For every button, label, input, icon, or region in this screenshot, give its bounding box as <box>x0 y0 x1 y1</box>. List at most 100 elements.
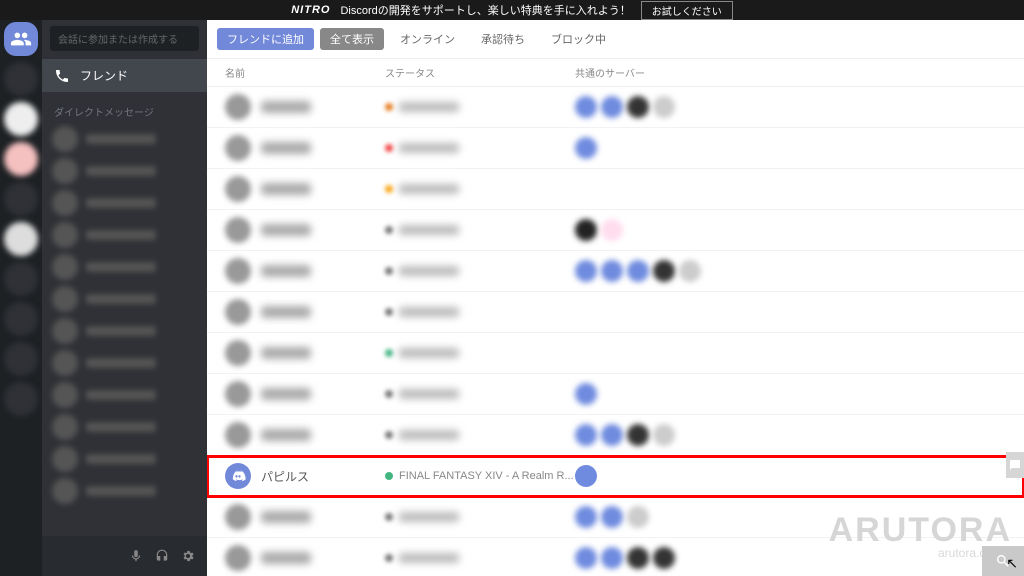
mutual-server[interactable] <box>653 96 675 118</box>
avatar <box>225 463 251 489</box>
search-button[interactable] <box>982 546 1024 576</box>
dm-item[interactable] <box>42 251 207 283</box>
mutual-server[interactable] <box>601 424 623 446</box>
status-dot <box>385 103 393 111</box>
home-button[interactable] <box>4 22 38 56</box>
content-area: フレンドに追加 全て表示 オンライン 承認待ち ブロック中 名前 ステータス 共… <box>207 20 1024 576</box>
gear-icon[interactable] <box>181 549 195 563</box>
status-dot <box>385 185 393 193</box>
status-text <box>399 389 459 399</box>
guild-item[interactable] <box>4 142 38 176</box>
friend-row[interactable] <box>207 333 1024 374</box>
phone-icon <box>54 68 70 84</box>
nitro-try-button[interactable]: お試しください <box>641 1 733 20</box>
mutual-server[interactable] <box>575 96 597 118</box>
guild-item[interactable] <box>4 62 38 96</box>
friends-label: フレンド <box>80 67 128 84</box>
friend-name <box>261 142 311 154</box>
friend-name <box>261 347 311 359</box>
mutual-server[interactable] <box>627 506 649 528</box>
headphones-icon[interactable] <box>155 549 169 563</box>
friend-tabs: フレンドに追加 全て表示 オンライン 承認待ち ブロック中 <box>207 20 1024 59</box>
conversation-search[interactable]: 会話に参加または作成する <box>50 26 199 51</box>
tab-all[interactable]: 全て表示 <box>320 28 384 50</box>
status-dot <box>385 472 393 480</box>
dm-item[interactable] <box>42 123 207 155</box>
dm-item[interactable] <box>42 155 207 187</box>
nitro-message: Discordの開発をサポートし、楽しい特典を手に入れよう！ <box>340 2 630 18</box>
status-text <box>399 184 459 194</box>
friend-row[interactable] <box>207 292 1024 333</box>
friend-row[interactable] <box>207 415 1024 456</box>
mutual-server[interactable] <box>575 465 597 487</box>
guild-item[interactable] <box>4 102 38 136</box>
mutual-server[interactable] <box>601 96 623 118</box>
status-text <box>399 225 459 235</box>
dm-item[interactable] <box>42 219 207 251</box>
dm-item[interactable] <box>42 283 207 315</box>
status-dot <box>385 554 393 562</box>
dm-item[interactable] <box>42 411 207 443</box>
avatar <box>225 176 251 202</box>
guild-item[interactable] <box>4 222 38 256</box>
friend-row[interactable] <box>207 128 1024 169</box>
tab-add-friend[interactable]: フレンドに追加 <box>217 28 314 50</box>
mutual-server[interactable] <box>627 96 649 118</box>
mutual-server[interactable] <box>575 219 597 241</box>
row-action-button[interactable] <box>1006 452 1024 478</box>
mutual-server[interactable] <box>653 260 675 282</box>
mutual-server[interactable] <box>601 260 623 282</box>
friend-row[interactable] <box>207 538 1024 576</box>
dm-item[interactable] <box>42 347 207 379</box>
status-text: FINAL FANTASY XIV - A Realm R... <box>399 470 574 482</box>
mutual-server[interactable] <box>679 260 701 282</box>
dm-item[interactable] <box>42 475 207 507</box>
avatar <box>225 545 251 571</box>
mic-icon[interactable] <box>129 549 143 563</box>
status-dot <box>385 513 393 521</box>
mutual-server[interactable] <box>575 424 597 446</box>
friend-row[interactable] <box>207 497 1024 538</box>
friend-name <box>261 265 311 277</box>
tab-blocked[interactable]: ブロック中 <box>541 28 616 50</box>
mutual-server[interactable] <box>575 383 597 405</box>
mutual-server[interactable] <box>601 547 623 569</box>
mutual-server[interactable] <box>653 547 675 569</box>
mutual-server[interactable] <box>575 547 597 569</box>
mutual-server[interactable] <box>627 547 649 569</box>
friend-row[interactable] <box>207 87 1024 128</box>
dm-header: ダイレクトメッセージ <box>42 94 207 123</box>
friend-row[interactable]: パピルスFINAL FANTASY XIV - A Realm R... <box>207 456 1024 497</box>
dm-item[interactable] <box>42 187 207 219</box>
dm-item[interactable] <box>42 379 207 411</box>
friend-row[interactable] <box>207 251 1024 292</box>
guild-item[interactable] <box>4 302 38 336</box>
mutual-server[interactable] <box>601 506 623 528</box>
guild-item[interactable] <box>4 262 38 296</box>
mutual-server[interactable] <box>627 260 649 282</box>
friend-row[interactable] <box>207 169 1024 210</box>
status-text <box>399 512 459 522</box>
status-dot <box>385 390 393 398</box>
mutual-server[interactable] <box>627 424 649 446</box>
mutual-server[interactable] <box>575 260 597 282</box>
mutual-server[interactable] <box>653 424 675 446</box>
mutual-server[interactable] <box>575 137 597 159</box>
col-name: 名前 <box>225 65 385 80</box>
dm-sidebar: 会話に参加または作成する フレンド ダイレクトメッセージ <box>42 20 207 576</box>
friend-name <box>261 183 311 195</box>
guild-item[interactable] <box>4 382 38 416</box>
dm-item[interactable] <box>42 443 207 475</box>
guild-item[interactable] <box>4 342 38 376</box>
friend-row[interactable] <box>207 374 1024 415</box>
friends-nav-button[interactable]: フレンド <box>42 59 207 92</box>
friend-row[interactable] <box>207 210 1024 251</box>
dm-item[interactable] <box>42 315 207 347</box>
tab-online[interactable]: オンライン <box>390 28 465 50</box>
guild-item[interactable] <box>4 182 38 216</box>
mutual-server[interactable] <box>601 219 623 241</box>
tab-pending[interactable]: 承認待ち <box>471 28 535 50</box>
status-dot <box>385 226 393 234</box>
column-headers: 名前 ステータス 共通のサーバー <box>207 59 1024 87</box>
mutual-server[interactable] <box>575 506 597 528</box>
